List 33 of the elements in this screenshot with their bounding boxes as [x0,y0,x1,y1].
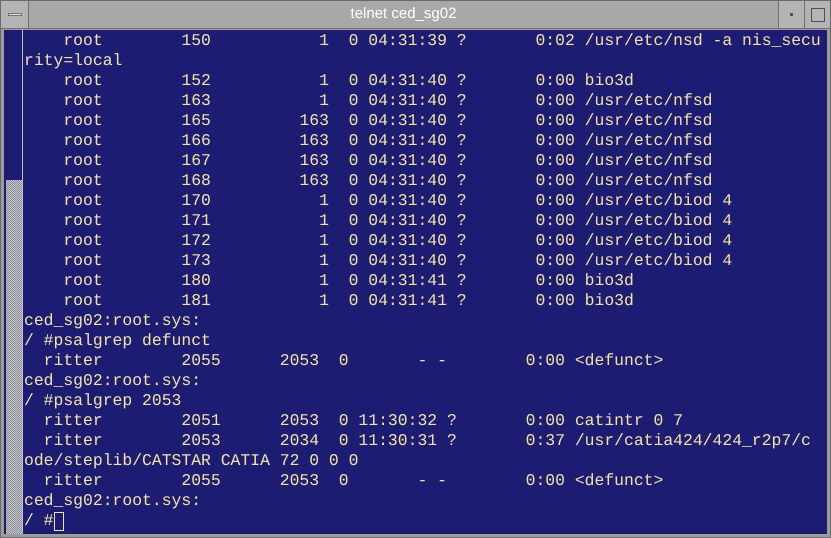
minimize-button[interactable] [778,1,804,28]
terminal-line: ritter 2055 2053 0 - - 0:00 <defunct> [42,471,664,491]
terminal-line: ced_sg02:root.sys: [24,371,202,391]
terminal-line: root 181 1 0 04:31:41 ? 0:00 bio3d [62,291,634,311]
terminal-line: ritter 2053 2034 0 11:30:31 ? 0:37 /usr/catia424/424_r2p7/c [42,431,811,451]
minus-icon [8,13,22,16]
window-title: telnet ced_sg02 [350,4,456,24]
terminal-line: root 152 1 0 04:31:40 ? 0:00 bio3d [62,71,634,91]
terminal-line: ode/steplib/CATSTAR CATIA 72 0 0 0 [24,451,358,471]
terminal-line: root 173 1 0 04:31:40 ? 0:00 /usr/etc/biod 4 [62,251,732,271]
terminal-line: root 172 1 0 04:31:40 ? 0:00 /usr/etc/biod 4 [62,231,732,251]
terminal-line: root 165 163 0 04:31:40 ? 0:00 /usr/etc/nfsd [62,111,713,131]
terminal-line: root 163 1 0 04:31:40 ? 0:00 /usr/etc/nfsd [62,91,713,111]
square-icon [810,8,824,22]
terminal-line: ritter 2051 2053 0 11:30:32 ? 0:00 catintr 0 7 [42,411,684,431]
terminal-line: rity=local [24,51,122,71]
terminal-line: / #psalgrep 2053 [24,391,182,411]
text-cursor [54,512,64,530]
window-menu-button[interactable] [1,1,29,28]
scroll-bar[interactable] [6,30,23,534]
terminal-line: root 167 163 0 04:31:40 ? 0:00 /usr/etc/nfsd [62,151,713,171]
terminal-line: / #psalgrep defunct [24,331,211,351]
terminal-line: ced_sg02:root.sys: [24,491,202,511]
terminal-line: root 150 1 0 04:31:39 ? 0:02 /usr/etc/nsd -a nis_secu [62,31,821,51]
terminal-line: root 171 1 0 04:31:40 ? 0:00 /usr/etc/biod 4 [62,211,732,231]
terminal-line: ced_sg02:root.sys: [24,311,202,331]
terminal-line: root 168 163 0 04:31:40 ? 0:00 /usr/etc/nfsd [62,171,713,191]
terminal-line: ritter 2055 2053 0 - - 0:00 <defunct> [42,351,664,371]
terminal-line: root 170 1 0 04:31:40 ? 0:00 /usr/etc/biod 4 [62,191,732,211]
terminal-line: root 166 163 0 04:31:40 ? 0:00 /usr/etc/nfsd [62,131,713,151]
terminal-prompt: / # [24,511,54,531]
maximize-button[interactable] [804,1,830,28]
terminal-line: root 180 1 0 04:31:41 ? 0:00 bio3d [62,271,634,291]
